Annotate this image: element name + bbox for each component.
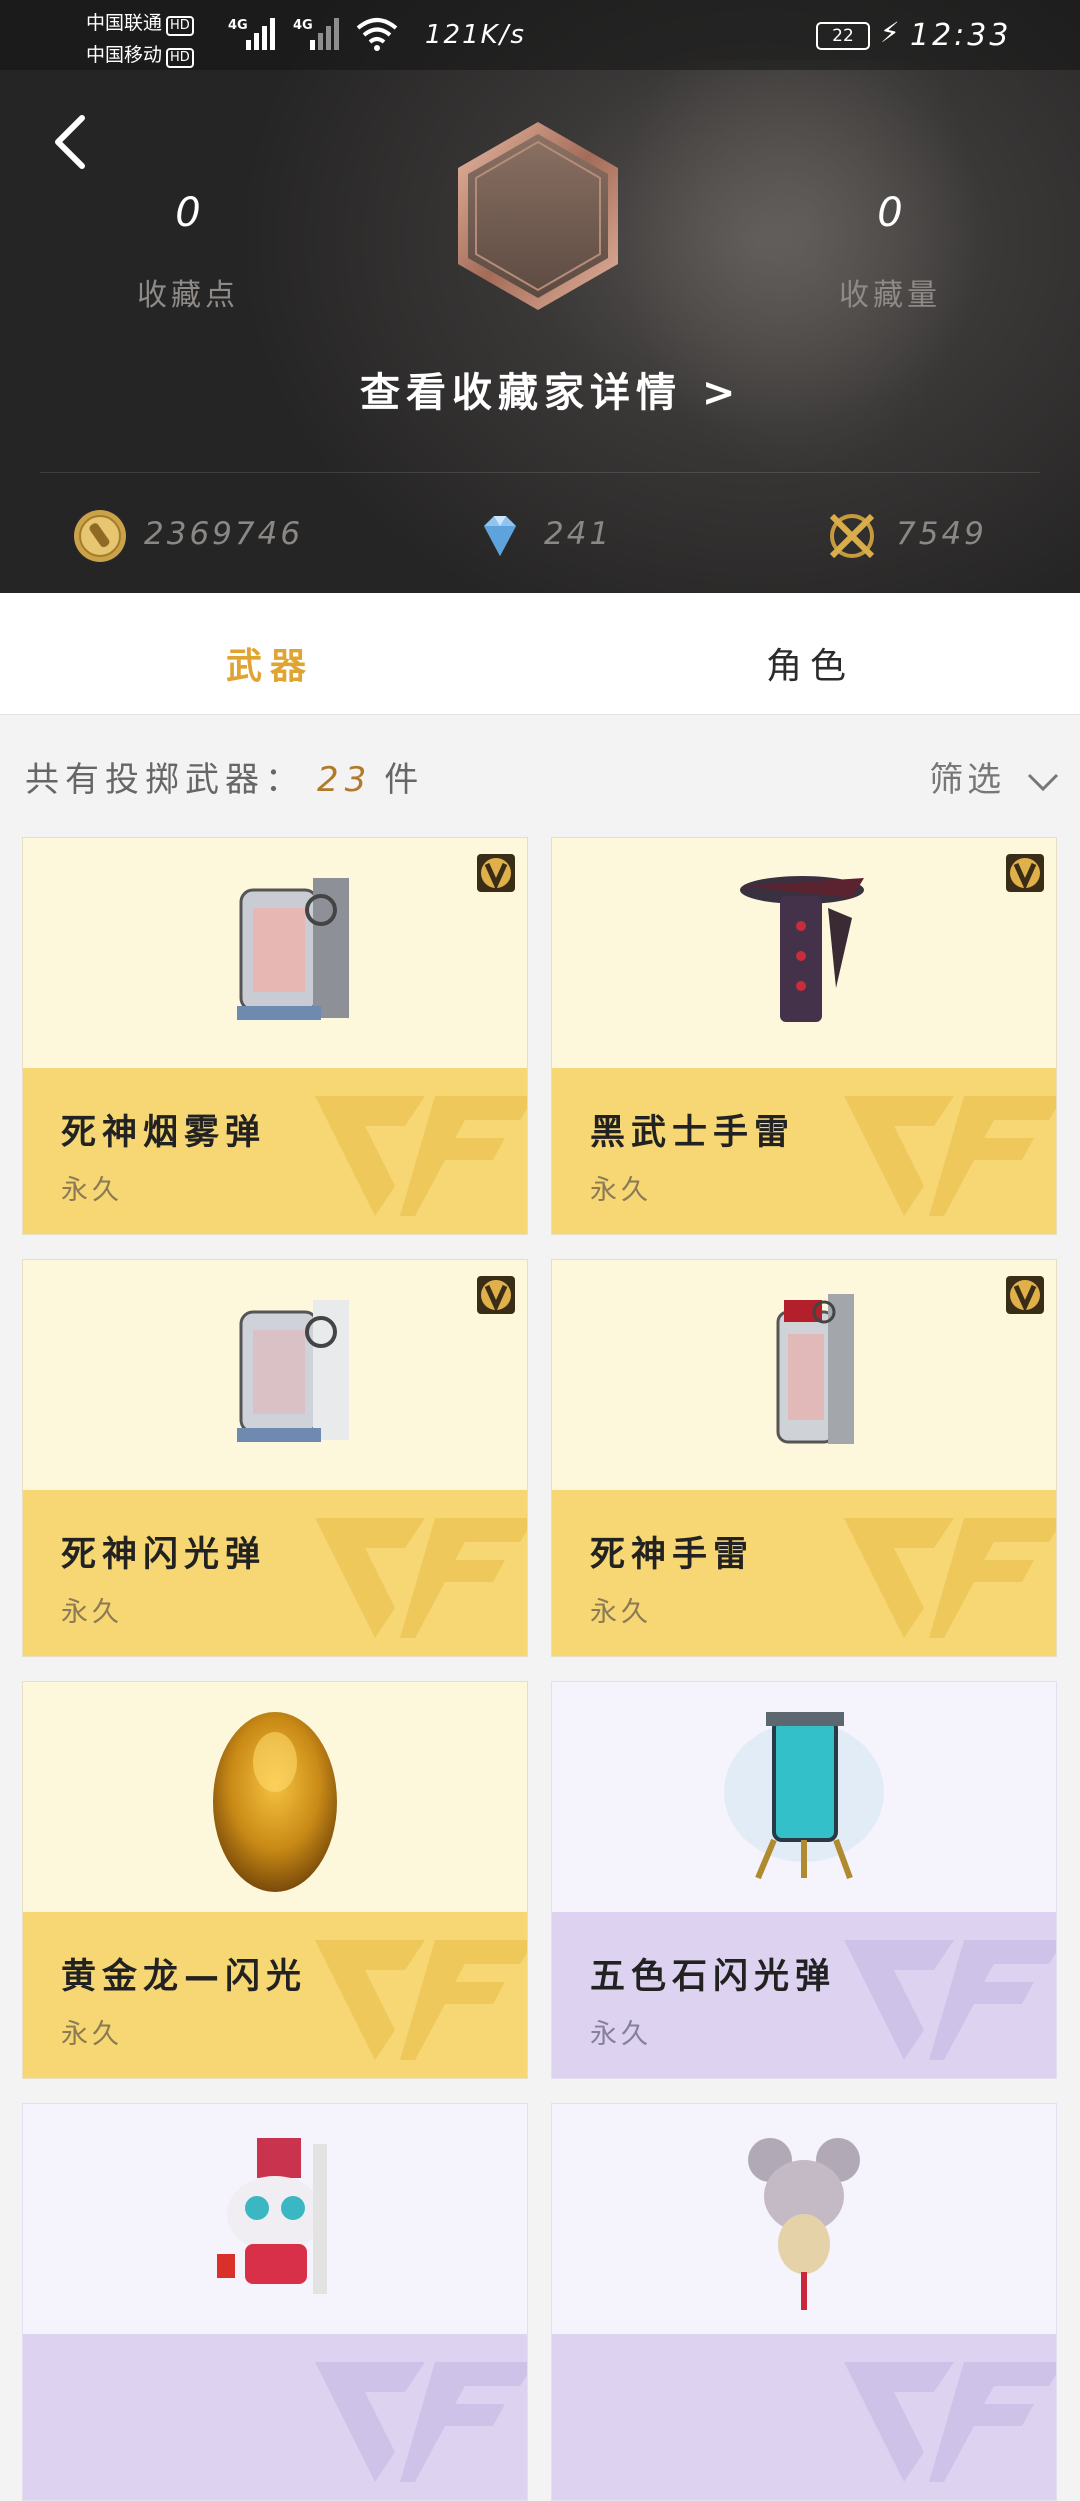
summary-prefix: 共有投掷武器：: [25, 760, 305, 800]
weapon-card[interactable]: 黑武士手雷 永久: [551, 837, 1057, 1235]
gold-coin-icon: [74, 510, 126, 562]
cf-logo-watermark-icon: [315, 1096, 527, 1216]
item-count-summary: 共有投掷武器： 23 件: [25, 752, 424, 801]
weapon-card[interactable]: [22, 2103, 528, 2501]
weapon-name: 五色石闪光弹: [590, 1957, 837, 1997]
battery-indicator: 22: [816, 22, 870, 50]
filter-label: 筛选: [929, 760, 1006, 800]
weapon-image-area: [552, 1260, 1056, 1490]
mouse-mascot-grenade-image: [748, 2138, 860, 2310]
back-arrow-icon[interactable]: [50, 112, 90, 172]
vip-badge-icon: [1006, 1276, 1044, 1314]
collection-count-value: 0: [877, 190, 903, 236]
cf-logo-watermark-icon: [315, 1940, 527, 2060]
cf-logo-watermark-icon: [315, 1518, 527, 1638]
charging-icon: ⚡: [880, 16, 900, 49]
clock: 12:33: [910, 18, 1012, 53]
cf-logo-watermark-icon: [844, 1518, 1056, 1638]
weapon-name: 死神闪光弹: [61, 1535, 267, 1575]
collector-details-link[interactable]: 查看收藏家详情 >: [360, 360, 741, 418]
vip-badge-icon: [477, 854, 515, 892]
cf-logo-watermark-icon: [844, 2362, 1056, 2482]
weapon-info-area: 黄金龙—闪光永久: [23, 1912, 527, 2078]
weapon-card[interactable]: [551, 2103, 1057, 2501]
weapon-card[interactable]: 五色石闪光弹 永久: [551, 1681, 1057, 2079]
network-speed: 121K/s: [425, 20, 526, 50]
cf-logo-watermark-icon: [844, 1096, 1056, 1216]
signal-bars-icon: [246, 16, 280, 50]
five-color-stone-grenade-image: [724, 1712, 884, 1880]
filter-button[interactable]: 筛选: [929, 752, 1060, 801]
weapon-info-area: 五色石闪光弹 永久: [552, 1912, 1056, 2078]
weapon-image-area: [23, 1260, 527, 1490]
tab-characters[interactable]: 角色: [710, 637, 910, 689]
reaper-smoke-grenade-image: [237, 878, 349, 1020]
cf-logo-watermark-icon: [315, 2362, 527, 2482]
crossed-guns-icon: [829, 513, 875, 559]
weapon-duration: 永久: [590, 1597, 652, 1628]
honor-points-amount: 7549: [896, 516, 987, 552]
weapon-name: 黑武士手雷: [590, 1113, 796, 1153]
collection-points-value: 0: [175, 190, 201, 236]
vip-badge-icon: [477, 1276, 515, 1314]
signal-bars-icon-2: [310, 16, 344, 50]
collection-count-label: 收藏量: [839, 278, 941, 313]
weapon-info-area: 死神烟雾弹 永久: [23, 1068, 527, 1234]
weapon-info-area: 死神闪光弹 永久: [23, 1490, 527, 1656]
weapon-duration: 永久: [590, 1175, 652, 1206]
weapon-duration: 永久: [61, 2019, 123, 2050]
weapon-name: 死神烟雾弹: [61, 1113, 267, 1153]
network-type-1: 4G: [228, 18, 248, 33]
weapon-duration: 永久: [61, 1597, 123, 1628]
reaper-flash-grenade-image: [237, 1300, 349, 1442]
weapon-image-area: [552, 2104, 1056, 2334]
weapon-image-area: [23, 2104, 527, 2334]
weapon-image-area: [552, 1682, 1056, 1912]
cf-logo-watermark-icon: [844, 1940, 1056, 2060]
weapon-name: 死神手雷: [590, 1535, 755, 1575]
header-divider: [40, 472, 1040, 473]
lion-dance-grenade-image: [217, 2138, 327, 2294]
weapon-image-area: [23, 1682, 527, 1912]
collector-rank-badge[interactable]: [452, 118, 624, 314]
summary-suffix: 件: [384, 760, 425, 800]
weapon-image-area: [23, 838, 527, 1068]
weapon-duration: 永久: [590, 2019, 652, 2050]
weapon-info-area: [23, 2334, 527, 2500]
weapon-image-area: [552, 838, 1056, 1068]
tab-weapons[interactable]: 武器: [170, 637, 370, 689]
status-bar: 中国联通 HD 中国移动 HD 4G 4G 121K/s 22 ⚡ 12:33: [0, 0, 1080, 70]
diamond-icon: [484, 516, 516, 556]
weapon-info-area: 黑武士手雷 永久: [552, 1068, 1056, 1234]
category-tabs: 武器 角色: [0, 593, 1080, 715]
diamond-amount: 241: [544, 516, 613, 552]
carrier-1: 中国联通 HD: [86, 8, 194, 36]
chevron-down-icon: [1027, 773, 1059, 791]
collector-header: 中国联通 HD 中国移动 HD 4G 4G 121K/s 22 ⚡ 12:33 0 …: [0, 0, 1080, 593]
weapon-card[interactable]: 死神烟雾弹 永久: [22, 837, 528, 1235]
carrier-2: 中国移动 HD: [86, 40, 194, 68]
reaper-grenade-image: [776, 1294, 854, 1444]
weapon-name: 黄金龙—闪光: [61, 1957, 308, 1997]
golden-dragon-egg-image: [213, 1712, 337, 1892]
weapon-card[interactable]: 死神手雷 永久: [551, 1259, 1057, 1657]
dark-knight-grenade-image: [740, 876, 864, 1022]
weapon-info-area: [552, 2334, 1056, 2500]
weapon-card[interactable]: 黄金龙—闪光永久: [22, 1681, 528, 2079]
vip-badge-icon: [1006, 854, 1044, 892]
gold-coin-amount: 2369746: [144, 516, 304, 552]
wifi-icon: [356, 18, 398, 51]
weapon-info-area: 死神手雷 永久: [552, 1490, 1056, 1656]
weapon-card[interactable]: 死神闪光弹 永久: [22, 1259, 528, 1657]
weapon-duration: 永久: [61, 1175, 123, 1206]
collection-points-label: 收藏点: [137, 278, 239, 313]
summary-count: 23: [317, 760, 373, 800]
